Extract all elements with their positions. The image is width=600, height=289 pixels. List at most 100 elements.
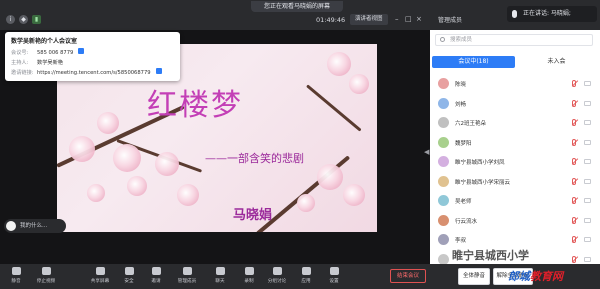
mute-button[interactable]: 静音 (2, 267, 30, 284)
camera-icon[interactable] (584, 159, 591, 164)
participant-name: 行云流水 (455, 218, 478, 225)
participant-name: 睢宁县城西小学宋丽云 (455, 179, 511, 186)
avatar (438, 156, 449, 167)
maximize-icon[interactable]: □ (405, 15, 412, 23)
participant-row[interactable]: 睢宁县城西小学刘凤 (430, 152, 600, 172)
breakout-button[interactable]: 分组讨论 (263, 267, 291, 284)
participant-row[interactable]: 魏梦阳 (430, 133, 600, 153)
view-mode-button[interactable]: 演讲者视图 (350, 14, 388, 25)
mute-icon (11, 267, 21, 275)
signal-icon[interactable]: ▮ (32, 15, 41, 24)
apps-button[interactable]: 应用 (292, 267, 320, 284)
participant-row[interactable]: 吴老师 (430, 191, 600, 211)
participant-row[interactable]: 刘畅 (430, 94, 600, 114)
record-button[interactable]: 录制 (235, 267, 263, 284)
blossom-decoration (297, 194, 315, 212)
host-name: 数学吴新艳 (37, 60, 63, 66)
mic-muted-icon[interactable] (572, 138, 576, 146)
chat-icon (215, 267, 225, 275)
participant-name: 吴老师 (455, 199, 472, 205)
invite-button[interactable]: 邀请 (142, 267, 170, 284)
mic-muted-icon[interactable] (572, 216, 576, 224)
mic-muted-icon[interactable] (572, 158, 576, 165)
participant-list: 陈晓 刘畅 六2班王艳朵 魏梦阳 睢宁县城西小学刘凤 睢宁县城西小学宋丽云 吴老师 行云流水李… (430, 74, 600, 269)
participant-row[interactable]: 六2班王艳朵 (430, 113, 600, 133)
copy-icon[interactable] (78, 48, 85, 54)
minimize-icon[interactable]: – (395, 15, 399, 23)
tab-not-joined[interactable]: 未入会 (515, 56, 598, 68)
meeting-window: i ◆ ▮ 您正在观看马晓娟的屏幕 01:49:46 演讲者视图 – □ × 管… (0, 0, 600, 289)
copy-icon[interactable] (155, 68, 162, 74)
host-row: 主持人: 数学吴新艳 (11, 60, 63, 66)
mic-muted-icon[interactable] (572, 255, 576, 263)
settings-icon (329, 267, 339, 275)
participant-name: 六2班王艳朵 (455, 121, 486, 127)
participant-row[interactable]: 陈晓 (430, 74, 600, 94)
camera-icon[interactable] (584, 217, 591, 223)
chat-preview[interactable]: 我的什么... (4, 219, 66, 233)
camera-icon[interactable] (584, 120, 591, 125)
security-button[interactable]: 安全 (115, 267, 143, 284)
blossom-decoration (155, 152, 179, 176)
meeting-id: 585 006 8779 (37, 50, 74, 56)
meeting-id-row: 会议号: 585 006 8779 (11, 48, 174, 58)
security-icon (124, 267, 134, 275)
mic-muted-icon[interactable] (572, 177, 576, 185)
collapse-panel-icon[interactable]: ◀ (424, 148, 429, 156)
camera-icon[interactable] (584, 100, 591, 106)
share-screen-button[interactable]: 共享屏幕 (86, 267, 114, 284)
microphone-icon (512, 10, 517, 18)
apps-icon (301, 267, 311, 275)
blossom-decoration (317, 164, 343, 190)
avatar (438, 214, 449, 226)
participant-row[interactable]: 睢宁县城西小学宋丽云 (430, 172, 600, 192)
close-icon[interactable]: × (416, 15, 422, 23)
mic-muted-icon[interactable] (572, 197, 576, 204)
watermark-school: 睢宁县城西小学 (452, 249, 529, 262)
meeting-info-popup: 数学吴新艳的个人会议室 会议号: 585 006 8779 主持人: 数学吴新艳… (5, 32, 180, 81)
blossom-decoration (349, 74, 369, 94)
meeting-timer: 01:49:46 (316, 16, 346, 24)
camera-icon[interactable] (584, 256, 591, 262)
speaking-text: 正在讲话: 马晓娟; (523, 10, 571, 17)
tab-in-meeting[interactable]: 会议中(18) (432, 56, 515, 68)
mic-muted-icon[interactable] (572, 236, 576, 243)
breakout-icon (272, 267, 282, 275)
status-icons: i ◆ ▮ (6, 15, 41, 24)
search-icon (440, 37, 445, 42)
mic-muted-icon[interactable] (572, 80, 576, 87)
record-icon (244, 267, 254, 275)
camera-icon[interactable] (584, 81, 591, 86)
participants-panel: 搜索成员 会议中(18) 未入会 陈晓 刘畅 六2班王艳朵 魏梦阳 睢宁县城西小学刘凤睢… (430, 30, 600, 265)
camera-icon[interactable] (584, 237, 591, 242)
blossom-decoration (177, 184, 199, 206)
stop-video-button[interactable]: 停止视频 (32, 267, 60, 284)
manage-members-icon (182, 267, 192, 275)
security-shield-icon[interactable]: ◆ (19, 15, 28, 24)
mic-muted-icon[interactable] (572, 119, 576, 126)
manage-members-button[interactable]: 管理成员 (173, 267, 201, 284)
avatar (438, 253, 449, 265)
camera-icon[interactable] (584, 139, 591, 145)
info-icon[interactable]: i (6, 15, 15, 24)
mic-muted-icon[interactable] (572, 99, 576, 107)
panel-title: 管理成员 (438, 17, 463, 24)
mute-all-button[interactable]: 全体静音 (458, 268, 490, 285)
blossom-decoration (87, 184, 105, 202)
avatar (6, 221, 16, 231)
blossom-decoration (113, 144, 141, 172)
invite-link[interactable]: https://meeting.tencent.com/s/5850068779 (37, 68, 151, 78)
watermark-site: 郎城教育网 (508, 270, 563, 283)
settings-button[interactable]: 设置 (320, 267, 348, 284)
search-input[interactable]: 搜索成员 (435, 34, 593, 46)
blossom-decoration (327, 52, 351, 76)
camera-icon[interactable] (584, 198, 591, 203)
participant-row[interactable]: 行云流水 (430, 211, 600, 231)
participant-name: 睢宁县城西小学刘凤 (455, 160, 505, 166)
camera-icon[interactable] (584, 178, 591, 184)
end-meeting-button[interactable]: 结束会议 (390, 269, 426, 283)
blossom-decoration (97, 112, 119, 134)
share-screen-icon (95, 267, 105, 275)
blossom-decoration (127, 176, 147, 196)
chat-button[interactable]: 聊天 (206, 267, 234, 284)
